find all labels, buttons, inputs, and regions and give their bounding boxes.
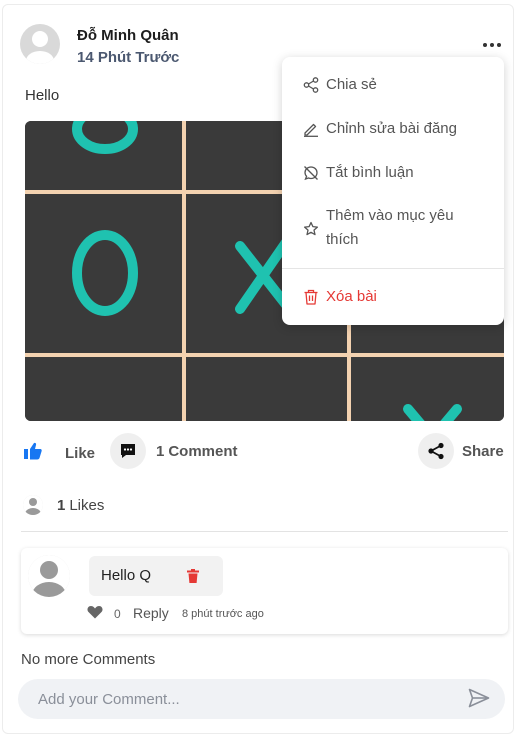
menu-item-favorite[interactable]: Thêm vào mục yêu thích — [282, 204, 504, 252]
share-label: Share — [462, 442, 504, 460]
menu-edit-label: Chỉnh sửa bài đăng — [326, 120, 457, 137]
share-icon — [303, 77, 319, 98]
divider — [21, 531, 508, 532]
comment-count: 1 — [156, 442, 165, 460]
post-options-menu: Chia sẻ Chỉnh sửa bài đăng Tắt bình luận… — [282, 57, 504, 325]
more-options-button[interactable] — [479, 35, 505, 55]
comment-icon — [110, 433, 146, 469]
heart-icon[interactable] — [87, 605, 103, 622]
menu-disable-comments-label: Tắt bình luận — [326, 164, 414, 181]
ellipsis-dot — [490, 43, 494, 47]
delete-comment-icon[interactable] — [187, 569, 199, 588]
share-button[interactable]: Share — [418, 433, 504, 469]
likes-label: Likes — [69, 496, 105, 514]
menu-item-disable-comments[interactable]: Tắt bình luận — [282, 161, 504, 185]
comment-label: Comment — [168, 442, 238, 460]
like-button[interactable]: Like — [23, 435, 95, 471]
post-time: 14 Phút Trước — [77, 49, 180, 66]
comment-input[interactable] — [18, 679, 505, 719]
comment-like-count: 0 — [114, 607, 121, 621]
comment-time: 8 phút trước ago — [182, 608, 264, 620]
menu-item-delete[interactable]: Xóa bài — [282, 285, 504, 309]
share-icon — [418, 433, 454, 469]
author-avatar[interactable] — [20, 24, 60, 64]
no-more-comments: No more Comments — [21, 651, 156, 668]
pencil-icon — [303, 121, 319, 142]
star-icon — [303, 221, 319, 242]
post-text: Hello — [25, 87, 60, 104]
comment-bubble: Hello Q — [89, 556, 223, 596]
menu-divider — [282, 268, 504, 269]
menu-item-edit[interactable]: Chỉnh sửa bài đăng — [282, 117, 504, 141]
menu-item-share[interactable]: Chia sẻ — [282, 73, 504, 97]
likes-summary[interactable]: 1 Likes — [23, 495, 104, 515]
reply-button[interactable]: Reply — [133, 605, 169, 621]
likes-count: 1 — [57, 496, 66, 514]
menu-delete-label: Xóa bài — [326, 288, 377, 305]
ellipsis-horizontal-icon — [483, 43, 487, 47]
author-name[interactable]: Đỗ Minh Quân — [77, 27, 179, 44]
menu-favorite-label-line1: Thêm vào mục yêu — [326, 207, 454, 224]
ellipsis-dot — [497, 43, 501, 47]
commenter-avatar[interactable] — [28, 555, 70, 597]
menu-favorite-label-line2: thích — [326, 231, 359, 248]
liker-avatar — [23, 495, 43, 515]
comment-text: Hello Q — [101, 567, 152, 584]
trash-icon — [303, 289, 319, 310]
like-label: Like — [65, 444, 96, 462]
thumbs-up-icon — [23, 441, 53, 466]
comment-off-icon — [303, 165, 319, 186]
menu-share-label: Chia sẻ — [326, 76, 377, 93]
comment-item: Hello Q 0 Reply 8 phút trước ago — [21, 548, 508, 634]
send-icon[interactable] — [468, 688, 490, 713]
comment-button[interactable]: 1 Comment — [110, 433, 238, 469]
